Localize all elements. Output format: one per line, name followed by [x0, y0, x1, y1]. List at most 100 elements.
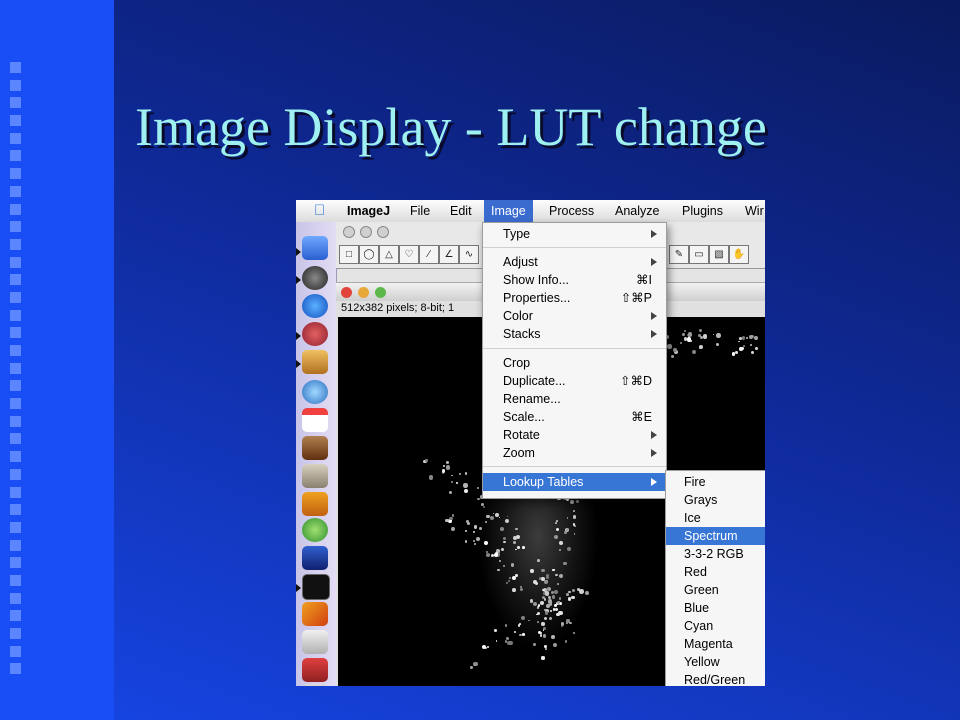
menu-item-label: Scale...: [503, 410, 545, 424]
image-menu-item-rename[interactable]: Rename...: [483, 390, 666, 408]
fluorescence-speckle: [554, 607, 558, 611]
image-menu-item-scale[interactable]: Scale... ⌘E: [483, 408, 666, 426]
menu-file[interactable]: File: [403, 200, 437, 222]
image-menu-item-crop[interactable]: Crop: [483, 354, 666, 372]
menu-item-label: Color: [503, 309, 533, 323]
stripe-dot: [10, 62, 21, 73]
stripe-dot: [10, 539, 21, 551]
image-menu-item-zoom[interactable]: Zoom: [483, 444, 666, 462]
internet-explorer-icon[interactable]: [302, 294, 328, 318]
fluorescence-speckle: [502, 536, 506, 540]
finder-icon[interactable]: [302, 236, 328, 260]
fluorescence-speckle: [567, 547, 572, 552]
menu-edit[interactable]: Edit: [443, 200, 479, 222]
fluorescence-speckle: [558, 610, 563, 615]
fluorescence-speckle: [566, 528, 570, 532]
menu-window[interactable]: Wir: [738, 200, 765, 222]
lut-item-cyan[interactable]: Cyan: [666, 617, 765, 635]
image-menu-item-rotate[interactable]: Rotate: [483, 426, 666, 444]
close-button[interactable]: [343, 226, 355, 238]
lut-item-label: Cyan: [684, 619, 714, 633]
lut-item-magenta[interactable]: Magenta: [666, 635, 765, 653]
menu-image[interactable]: Image: [484, 200, 533, 222]
image-menu-item-stacks[interactable]: Stacks: [483, 325, 666, 343]
menu-bar:  ImageJ File Edit Image Process Analyze…: [296, 200, 765, 223]
oval-tool-icon[interactable]: ◯: [359, 245, 379, 264]
menu-item-shortcut: ⌘E: [631, 410, 652, 424]
fluorescence-speckle: [682, 333, 685, 336]
microscope-icon[interactable]: [302, 464, 328, 488]
line-tool-icon[interactable]: ∕: [419, 245, 439, 264]
calendar-app-icon[interactable]: [302, 658, 328, 682]
zoom-button[interactable]: [375, 287, 386, 298]
lut-item-ice[interactable]: Ice: [666, 509, 765, 527]
menu-analyze[interactable]: Analyze: [608, 200, 666, 222]
printer-icon[interactable]: [302, 684, 328, 686]
rectangle-tool-icon[interactable]: □: [339, 245, 359, 264]
fluorescence-speckle: [497, 568, 500, 572]
image-menu-item-type[interactable]: Type: [483, 225, 666, 243]
fluorescence-speckle: [572, 589, 575, 592]
brush-tool-icon[interactable]: ▭: [689, 245, 709, 264]
lut-item-3-3-2-rgb[interactable]: 3-3-2 RGB: [666, 545, 765, 563]
image-menu-item-color[interactable]: Color: [483, 307, 666, 325]
polygon-tool-icon[interactable]: △: [379, 245, 399, 264]
lut-item-red-green[interactable]: Red/Green: [666, 671, 765, 686]
image-menu-item-duplicate[interactable]: Duplicate... ⇧⌘D: [483, 372, 666, 390]
close-button[interactable]: [341, 287, 352, 298]
fluorescence-speckle: [472, 539, 475, 542]
itunes-icon[interactable]: [302, 518, 328, 542]
image-menu-item-show-info[interactable]: Show Info... ⌘I: [483, 271, 666, 289]
lut-item-yellow[interactable]: Yellow: [666, 653, 765, 671]
lut-item-fire[interactable]: Fire: [666, 473, 765, 491]
lut-item-green[interactable]: Green: [666, 581, 765, 599]
apple-icon[interactable]: : [314, 202, 325, 219]
iphoto-icon[interactable]: [302, 436, 328, 460]
fluorescence-speckle: [558, 540, 564, 545]
freeline-tool-icon[interactable]: ∿: [459, 245, 479, 264]
menu-process[interactable]: Process: [542, 200, 601, 222]
menu-separator: [483, 348, 666, 349]
ical-icon[interactable]: [302, 408, 328, 432]
segmented-line-tool-icon[interactable]: ∠: [439, 245, 459, 264]
fluorescence-speckle: [474, 543, 476, 546]
dvd-player-icon[interactable]: [302, 266, 328, 290]
lut-item-red[interactable]: Red: [666, 563, 765, 581]
zoom-button[interactable]: [377, 226, 389, 238]
menu-imagej[interactable]: ImageJ: [340, 200, 397, 222]
terminal-icon[interactable]: [302, 574, 330, 600]
dropper-tool-icon[interactable]: ▧: [709, 245, 729, 264]
submenu-arrow-icon: [651, 230, 657, 238]
menu-plugins[interactable]: Plugins: [675, 200, 730, 222]
minimize-button[interactable]: [360, 226, 372, 238]
imagej-icon[interactable]: [302, 350, 328, 374]
molecule-app-icon[interactable]: [302, 322, 328, 346]
fluorescence-speckle: [464, 540, 468, 544]
fluorescence-speckle: [551, 635, 556, 640]
image-menu-item-properties[interactable]: Properties... ⇧⌘P: [483, 289, 666, 307]
fluorescence-speckle: [543, 598, 547, 601]
image-menu-item-lookup-tables[interactable]: Lookup Tables: [483, 473, 666, 491]
safari-icon[interactable]: [302, 380, 328, 404]
lut-item-grays[interactable]: Grays: [666, 491, 765, 509]
fluorescence-speckle: [564, 640, 568, 644]
fluorescence-speckle: [498, 516, 501, 519]
matlab-icon[interactable]: [302, 602, 328, 626]
lut-item-blue[interactable]: Blue: [666, 599, 765, 617]
fluorescence-speckle: [506, 515, 509, 518]
fluorescence-speckle: [575, 499, 580, 504]
app-icon[interactable]: [302, 492, 328, 516]
stripe-dot: [10, 327, 21, 339]
freehand-tool-icon[interactable]: ♡: [399, 245, 419, 264]
imovie-icon[interactable]: [302, 546, 328, 570]
lut-item-spectrum[interactable]: Spectrum: [666, 527, 765, 545]
app-store-icon[interactable]: [302, 630, 328, 654]
fluorescence-speckle: [442, 464, 445, 467]
image-menu-item-adjust[interactable]: Adjust: [483, 253, 666, 271]
fluorescence-speckle: [558, 548, 562, 551]
minimize-button[interactable]: [358, 287, 369, 298]
hand-tool-icon[interactable]: ✋: [729, 245, 749, 264]
fluorescence-speckle: [482, 505, 486, 509]
fluorescence-speckle: [753, 335, 758, 340]
pencil-tool-icon[interactable]: ✎: [669, 245, 689, 264]
